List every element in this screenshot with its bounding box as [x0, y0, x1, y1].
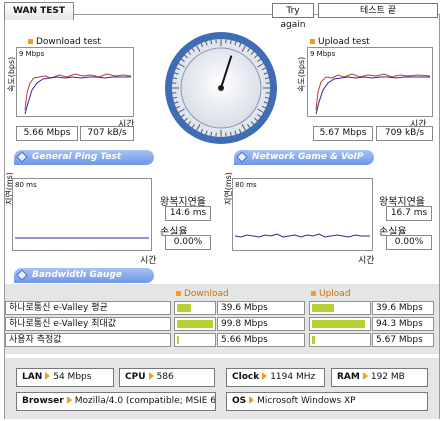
download-kbs: 707 kB/s [80, 126, 134, 141]
try-again-button[interactable]: Try again [272, 3, 314, 30]
clock-value: 1194 MHz [270, 372, 316, 382]
bandwidth-band: Bandwidth Gauge [14, 268, 154, 283]
lan-value: 54 Mbps [53, 372, 92, 382]
cpu-label: CPU [125, 372, 146, 382]
os-label: OS [232, 396, 247, 406]
download-graph: 9 Mbps [16, 47, 134, 117]
ping-graph: 80 ms [12, 178, 152, 251]
download-bar [174, 333, 216, 347]
diamond-icon [16, 151, 28, 163]
upload-bar [309, 301, 371, 315]
upload-bar [309, 333, 371, 347]
game-x-label: 시간 [358, 256, 375, 266]
upload-kbs: 709 kB/s [376, 126, 433, 141]
lan-info: LAN 54 Mbps [16, 368, 114, 387]
bandwidth-upload-header-text: Upload [319, 289, 351, 299]
arrow-right-icon [148, 372, 154, 380]
download-bar [174, 301, 216, 315]
arrow-right-icon [362, 372, 368, 380]
bandwidth-download-header-text: Download [184, 289, 229, 299]
upload-bar-value: 39.6 Mbps [372, 301, 434, 315]
download-bar-fill [177, 304, 192, 312]
arrow-right-icon [66, 396, 72, 404]
browser-info: Browser Mozilla/4.0 (compatible; MSIE 6.0 [16, 392, 216, 411]
browser-label: Browser [22, 396, 64, 406]
download-bar-value: 5.66 Mbps [217, 333, 305, 347]
game-rtt-value: 16.7 ms [386, 206, 432, 221]
download-bar [174, 317, 216, 331]
ram-label: RAM [337, 372, 360, 382]
upload-bar-value: 5.67 Mbps [372, 333, 434, 347]
tab-bar: WAN TEST Try again 테스트 끝 [4, 2, 440, 30]
bandwidth-row-label: 하나로통신 e-Valley 평균 [5, 301, 171, 315]
ping-x-label: 시간 [140, 256, 157, 266]
orange-square-icon [310, 39, 315, 44]
upload-bar [309, 317, 371, 331]
game-band: Network Game & VoIP Test [234, 150, 374, 177]
game-loss-value: 0.00% [386, 235, 432, 250]
bandwidth-row-label: 사용자 측정값 [5, 333, 171, 347]
upload-mbps: 5.67 Mbps [313, 126, 373, 141]
game-graph: 80 ms [232, 178, 373, 251]
ram-value: 192 MB [370, 372, 405, 382]
download-title-text: Download test [36, 37, 101, 47]
bandwidth-band-title: Bandwidth Gauge [32, 270, 122, 280]
clock-info: Clock 1194 MHz [226, 368, 325, 387]
download-bar-fill [177, 336, 180, 344]
upload-bar-fill [312, 304, 335, 312]
os-value: Microsoft Windows XP [257, 396, 356, 406]
download-bar-fill [177, 320, 213, 328]
status-field: 테스트 끝 [318, 3, 438, 18]
upload-graph: 9 Mbps [307, 47, 433, 117]
diamond-icon [236, 151, 248, 163]
bandwidth-row-label: 하나로통신 e-Valley 최대값 [5, 317, 171, 331]
bandwidth-download-header: Download [176, 289, 229, 299]
speed-gauge [165, 32, 277, 144]
bandwidth-upload-header: Upload [311, 289, 351, 299]
ping-loss-value: 0.00% [165, 235, 211, 250]
upload-bar-fill [312, 320, 365, 328]
cpu-value: 586 [156, 372, 174, 382]
upload-bar-value: 94.3 Mbps [372, 317, 434, 331]
arrow-right-icon [249, 396, 255, 404]
game-line [234, 233, 370, 238]
os-info: OS Microsoft Windows XP [226, 392, 428, 411]
arrow-right-icon [45, 372, 51, 380]
diamond-icon [16, 269, 28, 281]
upload-title: Upload test [310, 37, 370, 47]
upload-title-text: Upload test [318, 37, 370, 47]
upload-curve [315, 73, 431, 115]
browser-value: Mozilla/4.0 (compatible; MSIE 6.0 [74, 396, 216, 406]
orange-square-icon [311, 291, 316, 296]
download-bar-value: 99.8 Mbps [217, 317, 305, 331]
upload-y-label: 속도(bps) [297, 56, 306, 92]
orange-square-icon [176, 291, 181, 296]
arrow-right-icon [262, 372, 268, 380]
orange-square-icon [28, 39, 33, 44]
cpu-info: CPU 586 [119, 368, 215, 387]
ping-band-title: General Ping Test [32, 152, 122, 162]
upload-bar-fill [312, 336, 316, 344]
ping-rtt-value: 14.6 ms [165, 206, 211, 221]
download-bar-value: 39.6 Mbps [217, 301, 305, 315]
download-mbps: 5.66 Mbps [16, 126, 78, 141]
ping-line [15, 237, 149, 239]
download-title: Download test [28, 37, 101, 47]
download-curve [24, 73, 132, 115]
ram-info: RAM 192 MB [331, 368, 428, 387]
ping-band: General Ping Test [14, 150, 154, 165]
clock-label: Clock [232, 372, 260, 382]
lan-label: LAN [22, 372, 43, 382]
tab-wan-test[interactable]: WAN TEST [4, 2, 74, 20]
